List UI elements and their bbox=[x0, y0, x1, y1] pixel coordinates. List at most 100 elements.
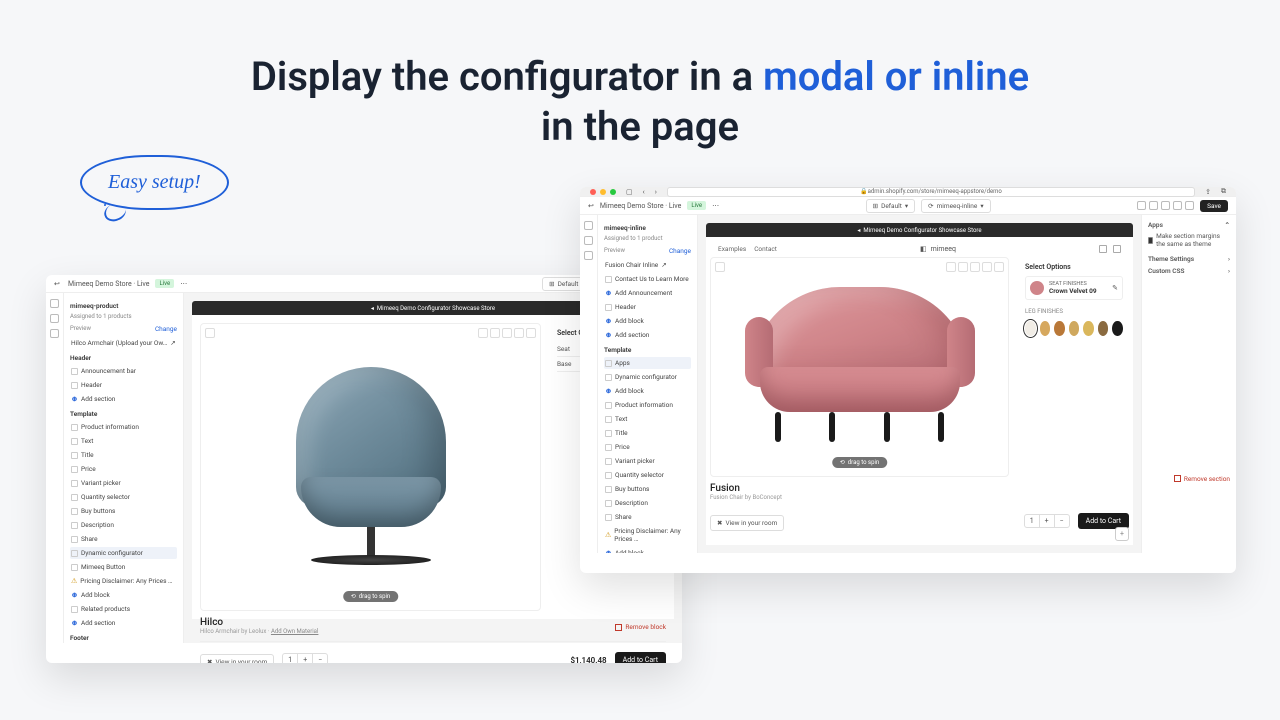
undo-icon[interactable] bbox=[1173, 201, 1182, 210]
tree-item[interactable]: Dynamic configurator bbox=[604, 371, 691, 383]
tool-icon[interactable] bbox=[982, 262, 992, 272]
tree-item[interactable]: Share bbox=[604, 511, 691, 523]
remove-section[interactable]: Remove section bbox=[1148, 475, 1230, 483]
toolbar-icon[interactable] bbox=[1137, 201, 1146, 210]
tree-item[interactable]: Contact Us to Learn More bbox=[604, 273, 691, 285]
product-3d[interactable] bbox=[750, 287, 970, 447]
tool-icon[interactable] bbox=[514, 328, 524, 338]
redo-icon[interactable] bbox=[1185, 201, 1194, 210]
sidebar-icon[interactable]: ▢ bbox=[626, 188, 633, 196]
template-select[interactable]: ⟳ mimeeq-inline ▾ bbox=[921, 199, 990, 213]
product-3d[interactable] bbox=[281, 367, 461, 567]
apps-icon[interactable] bbox=[584, 251, 593, 260]
add-block[interactable]: ⊕Add block bbox=[70, 589, 177, 601]
tree-item[interactable]: Quantity selector bbox=[604, 469, 691, 481]
add-block[interactable]: ⊕Add block bbox=[604, 315, 691, 327]
tool-icon[interactable] bbox=[490, 328, 500, 338]
view-in-room-button[interactable]: ✖ View in your room bbox=[710, 515, 784, 531]
add-block[interactable]: ⊕Add Announcement bbox=[604, 287, 691, 299]
preview-product[interactable]: Hilco Armchair (Upload your Ow… ↗ bbox=[70, 337, 177, 349]
tree-item[interactable]: Text bbox=[604, 413, 691, 425]
add-section[interactable]: ⊕Add section bbox=[70, 393, 177, 405]
settings-icon[interactable] bbox=[584, 236, 593, 245]
quantity-stepper[interactable]: 1+− bbox=[282, 653, 328, 663]
url-bar[interactable]: 🔒 admin.shopify.com/store/mimeeq-appstor… bbox=[667, 187, 1195, 197]
sections-icon[interactable] bbox=[50, 299, 59, 308]
add-to-cart-button[interactable]: Add to Cart bbox=[615, 652, 666, 663]
expand-icon[interactable] bbox=[205, 328, 215, 338]
tree-item[interactable]: Related products bbox=[70, 603, 177, 615]
toolbar-icon[interactable] bbox=[1161, 201, 1170, 210]
tree-item[interactable]: Variant picker bbox=[604, 455, 691, 467]
settings-icon[interactable] bbox=[50, 314, 59, 323]
color-swatch[interactable] bbox=[1112, 321, 1123, 336]
collapse-icon[interactable]: ⌃ bbox=[1225, 221, 1230, 229]
tree-item[interactable]: Price bbox=[70, 463, 177, 475]
share-icon[interactable]: ⇪ bbox=[1205, 188, 1211, 196]
tree-item-selected[interactable]: Apps bbox=[604, 357, 691, 369]
tree-item[interactable]: Title bbox=[604, 427, 691, 439]
tree-item[interactable]: Title bbox=[70, 449, 177, 461]
configurator-stage[interactable]: ⟲ drag to spin bbox=[710, 257, 1009, 477]
tree-item-selected[interactable]: Dynamic configurator bbox=[70, 547, 177, 559]
quantity-stepper[interactable]: 1+− bbox=[1024, 514, 1070, 528]
sections-icon[interactable] bbox=[584, 221, 593, 230]
tool-icon[interactable] bbox=[970, 262, 980, 272]
more-icon[interactable]: ⋯ bbox=[712, 202, 719, 210]
tool-icon[interactable] bbox=[478, 328, 488, 338]
add-section[interactable]: ⊕Add section bbox=[70, 617, 177, 629]
tree-item[interactable]: Buy buttons bbox=[604, 483, 691, 495]
tree-item[interactable]: Header bbox=[70, 379, 177, 391]
add-material-link[interactable]: Add Own Material bbox=[271, 628, 318, 635]
color-swatch[interactable] bbox=[1098, 321, 1109, 336]
device-select[interactable]: ⊞ Default ▾ bbox=[866, 199, 916, 213]
tool-icon[interactable] bbox=[958, 262, 968, 272]
tree-item[interactable]: Variant picker bbox=[70, 477, 177, 489]
toolbar-icon[interactable] bbox=[1149, 201, 1158, 210]
add-section[interactable]: ⊕Add section bbox=[604, 329, 691, 341]
tree-item[interactable]: Product information bbox=[604, 399, 691, 411]
forward-icon[interactable]: › bbox=[655, 188, 657, 196]
tree-item[interactable]: Quantity selector bbox=[70, 491, 177, 503]
plus-icon[interactable]: + bbox=[1115, 527, 1129, 541]
tree-item[interactable]: Description bbox=[70, 519, 177, 531]
save-button[interactable]: Save bbox=[1200, 200, 1228, 212]
search-icon[interactable] bbox=[1099, 245, 1107, 253]
color-swatch[interactable] bbox=[1069, 321, 1080, 336]
exit-icon[interactable]: ↩ bbox=[588, 202, 594, 210]
finish-card[interactable]: SEAT FINISHESCrown Velvet 09 ✎ bbox=[1025, 276, 1123, 300]
more-icon[interactable]: ⋯ bbox=[180, 280, 187, 288]
add-block[interactable]: ⊕Add block bbox=[604, 385, 691, 397]
tool-icon[interactable] bbox=[526, 328, 536, 338]
nav-link[interactable]: Examples bbox=[718, 245, 746, 253]
tree-item[interactable]: Announcement bar bbox=[70, 365, 177, 377]
apps-icon[interactable] bbox=[50, 329, 59, 338]
expand-icon[interactable] bbox=[715, 262, 725, 272]
tree-item[interactable]: Buy buttons bbox=[70, 505, 177, 517]
change-link[interactable]: Change bbox=[155, 325, 177, 335]
tree-item[interactable]: ⚠Pricing Disclaimer: Any Prices … bbox=[70, 575, 177, 587]
color-swatch[interactable] bbox=[1040, 321, 1051, 336]
add-block[interactable]: ⊕Add block bbox=[604, 547, 691, 553]
color-swatch[interactable] bbox=[1083, 321, 1094, 336]
color-swatch[interactable] bbox=[1054, 321, 1065, 336]
exit-icon[interactable]: ↩ bbox=[54, 280, 62, 288]
back-icon[interactable]: ‹ bbox=[643, 188, 645, 196]
change-link[interactable]: Change bbox=[669, 247, 691, 257]
tree-item[interactable]: Mimeeq Button bbox=[70, 561, 177, 573]
tool-icon[interactable] bbox=[502, 328, 512, 338]
nav-link[interactable]: Contact bbox=[754, 245, 777, 253]
tree-item[interactable]: Price bbox=[604, 441, 691, 453]
tree-item[interactable]: ⚠Pricing Disclaimer: Any Prices … bbox=[604, 525, 691, 545]
brand-logo[interactable]: ◧ mimeeq bbox=[920, 245, 956, 253]
checkbox[interactable] bbox=[1148, 237, 1153, 244]
tree-item[interactable]: Share bbox=[70, 533, 177, 545]
tool-icon[interactable] bbox=[946, 262, 956, 272]
cart-icon[interactable] bbox=[1113, 245, 1121, 253]
tool-icon[interactable] bbox=[994, 262, 1004, 272]
tree-item[interactable]: Header bbox=[604, 301, 691, 313]
view-in-room-button[interactable]: ✖ View in your room bbox=[200, 654, 274, 663]
tree-item[interactable]: Description bbox=[604, 497, 691, 509]
tree-item[interactable]: Text bbox=[70, 435, 177, 447]
configurator-stage[interactable]: ⟲ drag to spin bbox=[200, 323, 541, 611]
